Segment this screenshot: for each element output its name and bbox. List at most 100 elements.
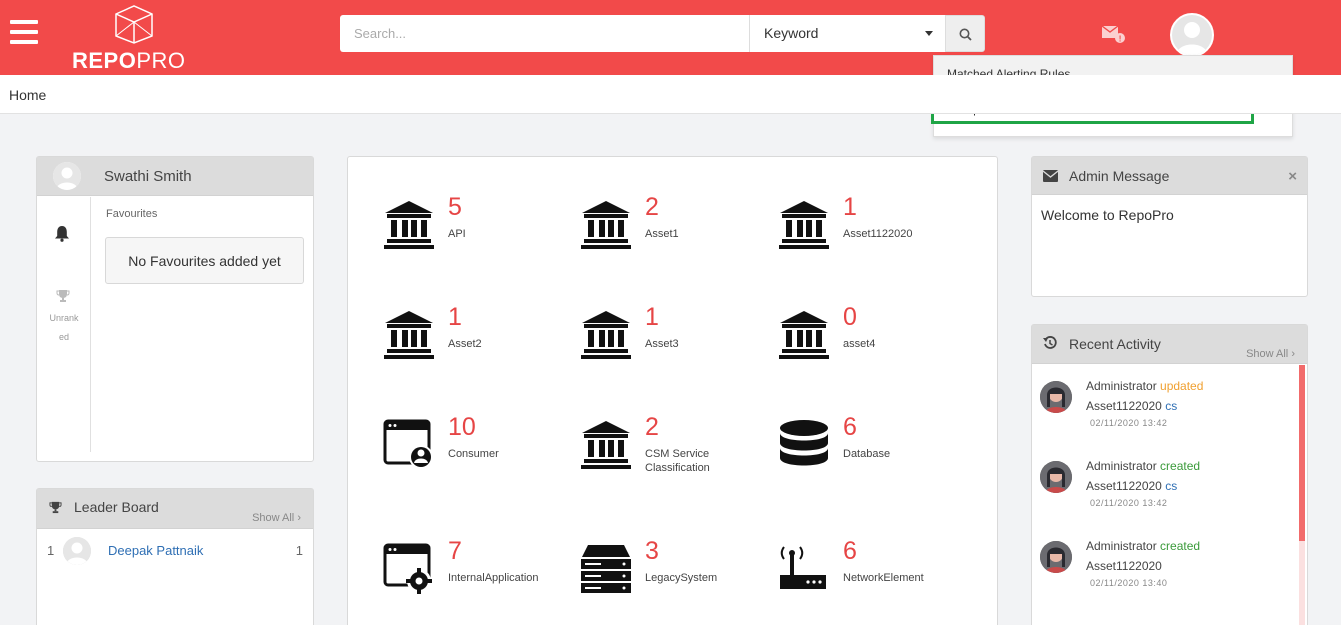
asset-count: 5 [448, 193, 462, 221]
favourites-empty-message: No Favourites added yet [105, 237, 304, 284]
chevron-right-icon: › [1291, 348, 1295, 360]
breadcrumb-home[interactable]: Home [9, 87, 46, 103]
recent-activity-panel: Recent Activity Show All › Administrator… [1031, 324, 1308, 625]
recent-activity-header: Recent Activity Show All › [1032, 325, 1307, 364]
hamburger-menu-icon[interactable] [10, 20, 38, 48]
asset-tile-asset2[interactable]: 1 Asset2 [383, 303, 563, 379]
breadcrumb: Home [0, 75, 1341, 114]
asset-tile-database[interactable]: 6 Database [778, 413, 958, 489]
asset-count: 0 [843, 303, 857, 331]
activity-target: Asset1122020 cs [1086, 479, 1177, 493]
leaderboard-title: Leader Board [74, 499, 159, 515]
activity-action: created [1160, 539, 1201, 553]
recent-activity-show-all-link[interactable]: Show All › [1246, 348, 1295, 360]
activity-item: Administrator created Asset1122020 02/11… [1040, 525, 1295, 595]
asset-label: Consumer [448, 448, 499, 460]
asset-tile-api[interactable]: 5 API [383, 193, 563, 269]
asset-label: NetworkElement [843, 572, 924, 584]
asset-tile-consumer[interactable]: 10 Consumer [383, 413, 563, 489]
activity-scrollbar[interactable] [1299, 365, 1305, 625]
activity-asset-link[interactable]: cs [1165, 399, 1177, 413]
user-avatar[interactable] [1170, 13, 1214, 57]
leaderboard-header: Leader Board Show All › [37, 489, 313, 529]
bank-icon [581, 201, 631, 249]
server-icon [581, 545, 631, 593]
database-icon [780, 420, 828, 466]
user-profile-header: Swathi Smith [37, 157, 313, 196]
search-type-select[interactable]: Keyword [749, 15, 945, 52]
asset-tile-legacysystem[interactable]: 3 LegacySystem [580, 537, 760, 613]
asset-label: LegacySystem [645, 572, 718, 584]
asset-tile-csm-service-classification[interactable]: 2 CSM Service Classification [580, 413, 760, 489]
svg-text:!: ! [1119, 35, 1122, 44]
profile-avatar [53, 162, 81, 190]
close-icon[interactable]: × [1288, 168, 1297, 185]
scrollbar-thumb[interactable] [1299, 365, 1305, 541]
asset-count: 6 [843, 537, 857, 565]
leaderboard-score: 1 [295, 543, 303, 558]
asset-count: 1 [645, 303, 659, 331]
activity-avatar [1040, 461, 1072, 493]
activity-asset: Asset1122020 [1086, 399, 1162, 413]
activity-user: Administrator [1086, 539, 1157, 553]
show-all-label: Show All [1246, 348, 1289, 360]
activity-asset: Asset1122020 [1086, 559, 1162, 573]
leaderboard-show-all-link[interactable]: Show All › [252, 512, 301, 524]
asset-tile-asset1122020[interactable]: 1 Asset1122020 [778, 193, 958, 269]
search-button[interactable] [945, 15, 985, 52]
asset-tile-networkelement[interactable]: 6 NetworkElement [778, 537, 958, 613]
leaderboard-row[interactable]: 1 Deepak Pattnaik 1 [37, 537, 313, 565]
user-name: Swathi Smith [104, 168, 192, 185]
activity-asset: Asset1122020 [1086, 479, 1162, 493]
favourites-title: Favourites [106, 208, 158, 220]
bell-icon[interactable] [54, 225, 70, 242]
asset-label: InternalApplication [448, 572, 539, 584]
bank-icon [384, 201, 434, 249]
activity-item: Administrator created Asset1122020 cs 02… [1040, 445, 1295, 515]
logo-text: REPOPRO [72, 48, 186, 73]
leaderboard-rank: 1 [47, 543, 55, 558]
asset-count: 2 [645, 413, 659, 441]
repopro-logo[interactable]: REPOPRO [72, 4, 197, 73]
profile-side-rail: Unranked [37, 197, 91, 452]
search-input[interactable] [340, 15, 750, 52]
activity-summary: Administrator created [1086, 459, 1200, 473]
trophy-icon [49, 501, 62, 514]
admin-message-header: Admin Message × [1032, 157, 1307, 195]
asset-tile-asset4[interactable]: 0 asset4 [778, 303, 958, 379]
bank-icon [384, 311, 434, 359]
show-all-label: Show All [252, 512, 295, 524]
asset-tile-asset1[interactable]: 2 Asset1 [580, 193, 760, 269]
envelope-icon [1043, 170, 1058, 182]
asset-tile-internalapplication[interactable]: 7 InternalApplication [383, 537, 563, 613]
activity-target: Asset1122020 cs [1086, 399, 1177, 413]
admin-message-panel: Admin Message × Welcome to RepoPro [1031, 156, 1308, 297]
asset-count: 2 [645, 193, 659, 221]
asset-count: 6 [843, 413, 857, 441]
activity-summary: Administrator created [1086, 539, 1200, 553]
asset-count: 3 [645, 537, 659, 565]
asset-count: 7 [448, 537, 462, 565]
search-icon [959, 28, 972, 41]
leaderboard-name[interactable]: Deepak Pattnaik [108, 543, 203, 558]
asset-count: 1 [843, 193, 857, 221]
activity-date: 02/11/2020 13:42 [1090, 498, 1168, 508]
user-profile-panel: Swathi Smith Unranked Favourites No Favo… [36, 156, 314, 462]
router-icon [780, 546, 826, 589]
asset-tile-asset3[interactable]: 1 Asset3 [580, 303, 760, 379]
alerting-rules-icon[interactable]: ! [1100, 22, 1128, 46]
trophy-icon [56, 290, 70, 302]
admin-message-text: Welcome to RepoPro [1041, 207, 1174, 223]
activity-avatar [1040, 381, 1072, 413]
activity-summary: Administrator updated [1086, 379, 1203, 393]
activity-date: 02/11/2020 13:40 [1090, 578, 1168, 588]
admin-message-title: Admin Message [1069, 168, 1170, 184]
asset-label: Asset1 [645, 228, 679, 240]
rank-label: Unranked [49, 313, 79, 342]
activity-asset-link[interactable]: cs [1165, 479, 1177, 493]
asset-label: Asset2 [448, 338, 482, 350]
activity-date: 02/11/2020 13:42 [1090, 418, 1168, 428]
activity-item: Administrator updated Asset1122020 cs 02… [1040, 365, 1295, 435]
activity-user: Administrator [1086, 459, 1157, 473]
leaderboard-avatar [63, 537, 91, 565]
